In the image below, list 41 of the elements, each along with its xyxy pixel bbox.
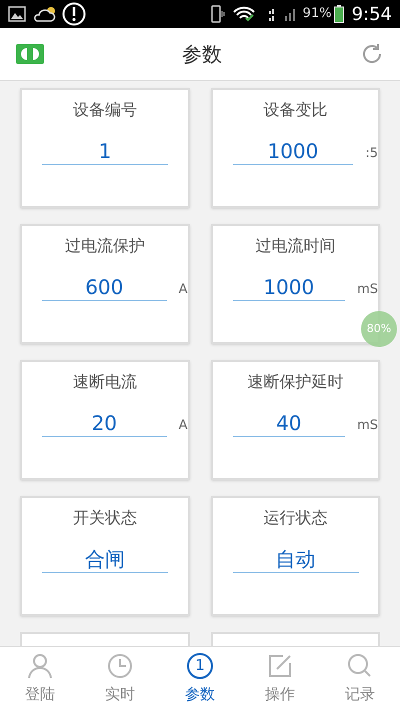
refresh-icon[interactable] — [360, 42, 384, 66]
tab[interactable]: 操作 — [240, 647, 320, 711]
value-field[interactable]: 1000 — [232, 138, 354, 165]
cloud-icon — [34, 5, 58, 23]
logo-icon — [16, 44, 44, 64]
tab[interactable]: 1 参数 — [160, 647, 240, 711]
image-icon — [8, 6, 26, 22]
tab[interactable]: 记录 — [320, 647, 400, 711]
value-field[interactable]: 600 — [42, 274, 167, 301]
clock-time: 9:54 — [352, 2, 392, 26]
phone-vibrate-icon — [210, 5, 225, 23]
search-icon — [347, 652, 373, 679]
clock-icon — [107, 652, 133, 679]
unit-label: :5 — [365, 144, 378, 162]
parameter-label: 速断保护延时 — [247, 371, 344, 393]
battery-percent: 91% — [302, 5, 332, 24]
edit-icon — [267, 652, 293, 679]
value-field[interactable]: 1000 — [232, 274, 346, 301]
tab[interactable]: 登陆 — [0, 647, 80, 711]
parameter-label: 速断电流 — [72, 371, 137, 393]
alert-icon — [62, 2, 86, 26]
unit-label: mS — [357, 280, 378, 298]
parameter-label: 过电流时间 — [255, 235, 336, 257]
wifi-icon — [232, 6, 255, 22]
parameter-label: 设备编号 — [72, 99, 137, 121]
page-title: 参数 — [181, 41, 223, 68]
unit-label: A — [178, 280, 188, 298]
tab[interactable]: 实时 — [80, 647, 160, 711]
user-icon — [27, 652, 53, 679]
value-field[interactable]: 1 — [42, 138, 168, 165]
value-field[interactable]: 20 — [42, 410, 167, 437]
parameter-label: 过电流保护 — [64, 235, 145, 257]
parameter-label: 设备变比 — [263, 99, 328, 121]
parameter-label: 开关状态 — [72, 507, 137, 529]
value-field[interactable]: 合闸 — [42, 546, 168, 573]
parameter-label: 运行状态 — [263, 507, 328, 529]
unit-label: mS — [357, 416, 378, 434]
value-field[interactable]: 自动 — [232, 546, 358, 573]
battery-icon — [334, 5, 344, 23]
value-field[interactable]: 40 — [232, 410, 346, 437]
unit-label: A — [178, 416, 188, 434]
